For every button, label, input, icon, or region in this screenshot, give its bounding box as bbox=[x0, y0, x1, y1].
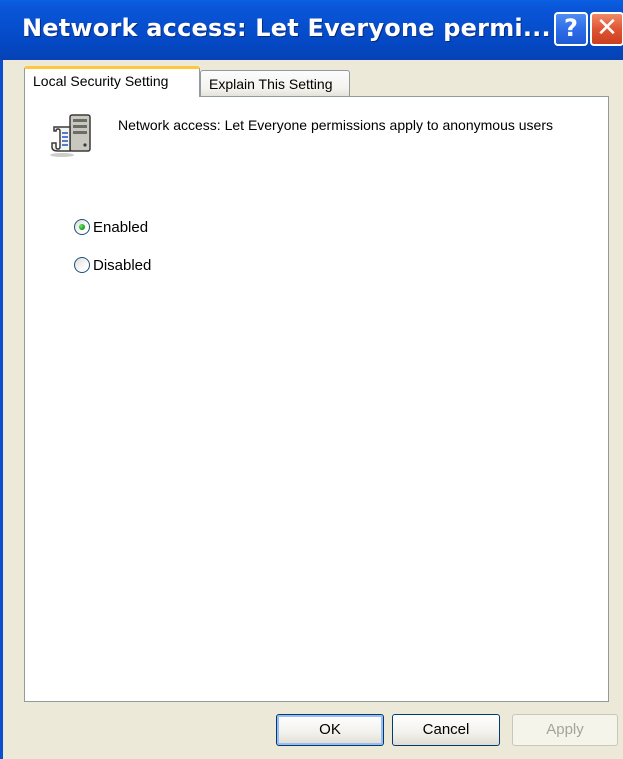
help-button[interactable]: ? bbox=[554, 12, 588, 46]
disabled-option[interactable]: Disabled bbox=[74, 254, 151, 276]
enabled-option[interactable]: Enabled bbox=[74, 216, 148, 238]
dialog-window: Network access: Let Everyone permi... ? … bbox=[0, 0, 623, 759]
disabled-label[interactable]: Disabled bbox=[93, 257, 151, 274]
window-border bbox=[0, 60, 3, 759]
policy-scroll-computer-icon bbox=[50, 114, 91, 157]
close-button[interactable]: ✕ bbox=[590, 12, 623, 46]
tab-local-security-setting[interactable]: Local Security Setting bbox=[24, 66, 200, 97]
ok-button[interactable]: OK bbox=[276, 714, 384, 746]
apply-button[interactable]: Apply bbox=[512, 714, 618, 746]
tab-panel bbox=[24, 96, 609, 702]
disabled-radio[interactable] bbox=[74, 257, 90, 273]
window-title: Network access: Let Everyone permi... bbox=[22, 14, 551, 42]
tab-explain-this-setting[interactable]: Explain This Setting bbox=[200, 70, 350, 96]
cancel-button[interactable]: Cancel bbox=[392, 714, 500, 746]
enabled-label[interactable]: Enabled bbox=[93, 219, 148, 236]
title-bar[interactable]: Network access: Let Everyone permi... ? … bbox=[0, 0, 623, 60]
policy-description: Network access: Let Everyone permissions… bbox=[118, 117, 553, 133]
enabled-radio[interactable] bbox=[74, 219, 90, 235]
